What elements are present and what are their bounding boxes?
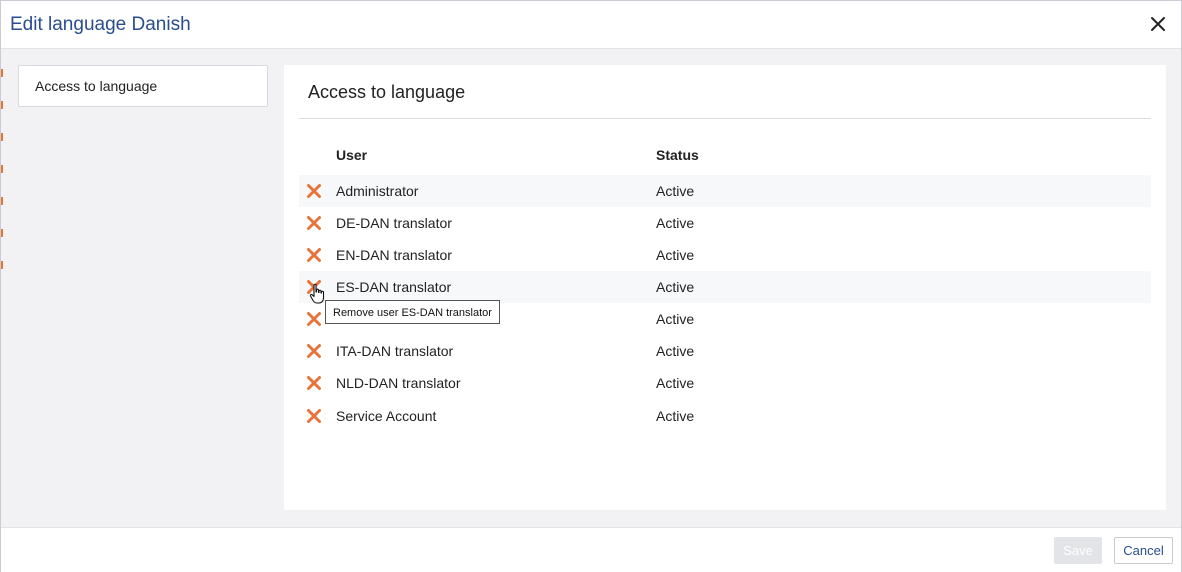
user-name: EN-DAN translator	[336, 247, 452, 263]
remove-x-icon[interactable]	[306, 311, 322, 327]
user-status: Active	[656, 279, 695, 295]
user-status: Active	[656, 375, 695, 391]
table-row: ITA-DAN translator Active	[299, 335, 1151, 367]
user-status: Active	[656, 408, 695, 424]
table-row: EN-DAN translator Active	[299, 239, 1151, 271]
remove-x-icon[interactable]	[306, 375, 322, 391]
user-status: Active	[656, 215, 695, 231]
panel-divider	[299, 118, 1151, 119]
table-row: DE-DAN translator Active	[299, 207, 1151, 239]
user-status: Active	[656, 183, 695, 199]
user-name: Administrator	[336, 183, 419, 199]
user-name: DE-DAN translator	[336, 215, 452, 231]
hand-pointer-icon	[309, 283, 327, 305]
user-status: Active	[656, 247, 695, 263]
remove-x-icon[interactable]	[306, 343, 322, 359]
column-header-user: User	[336, 147, 368, 163]
dialog-header: Edit language Danish	[1, 1, 1181, 49]
table-row: NLD-DAN translator Active	[299, 367, 1151, 399]
table-row: Service Account Active	[299, 400, 1151, 432]
user-name: NLD-DAN translator	[336, 375, 461, 391]
background-edge-marks	[1, 65, 4, 275]
sidebar-item-label: Access to language	[35, 78, 158, 94]
user-name: ES-DAN translator	[336, 279, 452, 295]
remove-x-icon[interactable]	[306, 215, 322, 231]
user-name: Service Account	[336, 408, 437, 424]
access-panel: Access to language User Status Administr…	[284, 65, 1166, 510]
remove-user-tooltip: Remove user ES-DAN translator	[325, 300, 500, 324]
remove-x-icon[interactable]	[306, 183, 322, 199]
remove-x-icon[interactable]	[306, 408, 322, 424]
user-status: Active	[656, 343, 695, 359]
table-row: ES-DAN translator Active	[299, 271, 1151, 303]
user-status: Active	[656, 311, 695, 327]
column-header-status: Status	[656, 147, 699, 163]
dialog-footer: Save Cancel	[1, 527, 1181, 572]
table-row: Administrator Active	[299, 175, 1151, 207]
user-name: ITA-DAN translator	[336, 343, 454, 359]
close-icon[interactable]	[1149, 15, 1167, 33]
dialog-title: Edit language Danish	[10, 14, 191, 35]
remove-x-icon[interactable]	[306, 247, 322, 263]
cancel-button[interactable]: Cancel	[1114, 537, 1173, 564]
edit-language-dialog: Edit language Danish Access to language …	[0, 0, 1182, 572]
sidebar-item-access-to-language[interactable]: Access to language	[18, 65, 268, 107]
panel-title: Access to language	[308, 82, 466, 102]
save-button[interactable]: Save	[1054, 537, 1102, 564]
